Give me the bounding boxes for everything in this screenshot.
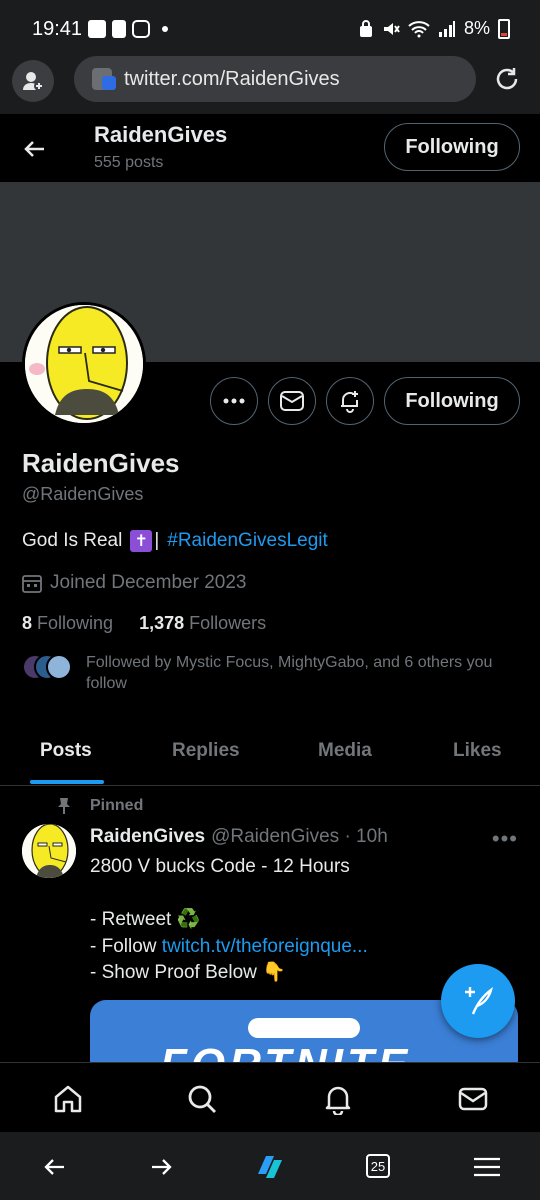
tweet-header: RaidenGives @RaidenGives · 10h — [90, 826, 388, 848]
status-time: 19:41 — [32, 18, 83, 40]
browser-back-icon[interactable] — [40, 1152, 70, 1182]
browser-toolbar: twitter.com/RaidenGives — [0, 56, 540, 114]
bell-add-icon — [341, 391, 358, 413]
followed-by-text: Followed by Mystic Focus, MightyGabo, an… — [86, 654, 493, 692]
mutual-avatars — [22, 654, 82, 682]
tab-replies[interactable]: Replies — [172, 740, 240, 762]
mute-icon — [383, 22, 400, 35]
feather-plus-icon — [465, 987, 493, 1015]
browser-forward-icon[interactable] — [146, 1152, 176, 1182]
lemon-character-illustration — [25, 305, 143, 423]
lock-status-icon — [359, 19, 372, 37]
cross-emoji: ✝ — [130, 530, 153, 552]
envelope-icon — [280, 391, 304, 411]
back-arrow-icon[interactable] — [20, 134, 50, 164]
media-card-strip — [248, 1018, 360, 1038]
mutual-avatar — [46, 654, 72, 680]
followers-label: Followers — [189, 613, 267, 633]
bio-separator: | — [154, 530, 160, 551]
tab-likes[interactable]: Likes — [453, 740, 502, 762]
tweet-twitch-link[interactable]: twitch.tv/theforeignque... — [162, 936, 368, 957]
profile-following-button[interactable]: Following — [384, 377, 520, 425]
tweet-text: 2800 V bucks Code - 12 Hours - Retweet ♻… — [90, 854, 510, 987]
wifi-icon — [408, 20, 430, 37]
bell-icon[interactable] — [322, 1083, 354, 1115]
tweet-line: - Follow twitch.tv/theforeignque... — [90, 934, 510, 961]
ellipsis-icon — [223, 398, 245, 404]
battery-icon — [498, 18, 510, 39]
tweet-line: 2800 V bucks Code - 12 Hours — [90, 856, 350, 877]
followed-by-row[interactable]: Followed by Mystic Focus, MightyGabo, an… — [22, 652, 522, 694]
joined-text: Joined December 2023 — [50, 572, 247, 593]
following-count: 8 — [22, 613, 33, 633]
profile-name: RaidenGives — [22, 448, 180, 478]
tweet-author-avatar[interactable] — [22, 824, 76, 878]
mail-icon[interactable] — [457, 1083, 489, 1115]
address-bar[interactable]: twitter.com/RaidenGives — [74, 56, 476, 102]
menu-icon[interactable] — [472, 1152, 502, 1182]
followers-count: 1,378 — [139, 613, 185, 633]
header-following-button[interactable]: Following — [384, 123, 520, 171]
tab-media[interactable]: Media — [318, 740, 372, 762]
home-icon[interactable] — [52, 1083, 84, 1115]
reload-icon[interactable] — [492, 64, 522, 94]
notifications-subscribe-button[interactable] — [326, 377, 374, 425]
copilot-icon[interactable] — [250, 1146, 290, 1186]
tab-count-button[interactable]: 25 — [366, 1154, 390, 1178]
site-security-icon[interactable] — [92, 68, 116, 90]
profile-stats: 8 Following 1,378 Followers — [22, 613, 266, 634]
bio-hashtag-link[interactable]: #RaidenGivesLegit — [167, 530, 328, 552]
followers-stat[interactable]: 1,378 Followers — [139, 613, 266, 634]
bio-text: God Is Real — [22, 530, 123, 551]
pin-icon — [58, 798, 70, 814]
header-post-count: 555 posts — [94, 154, 164, 171]
pinned-label: Pinned — [90, 797, 144, 814]
notification-icons — [88, 20, 168, 38]
following-stat[interactable]: 8 Following — [22, 613, 113, 634]
more-options-button[interactable] — [210, 377, 258, 425]
url-text: twitter.com/RaidenGives — [124, 67, 340, 90]
tweet-handle-time: @RaidenGives · 10h — [211, 826, 388, 847]
tweet-author-name[interactable]: RaidenGives — [90, 826, 205, 848]
dot-icon — [162, 26, 168, 32]
profile-tabs: Posts Replies Media Likes — [0, 722, 540, 786]
compose-post-button[interactable] — [441, 964, 515, 1038]
app-bottom-nav — [0, 1062, 540, 1132]
signal-icon — [438, 20, 455, 37]
tweet-line: - Retweet ♻️ — [90, 909, 201, 930]
tweet-more-icon[interactable]: ••• — [492, 826, 518, 852]
browser-bottom-bar: 25 — [0, 1132, 540, 1200]
profile-handle: @RaidenGives — [22, 484, 144, 504]
status-bar: 19:41 8% — [0, 0, 540, 56]
profile-avatar[interactable] — [22, 302, 146, 426]
search-icon[interactable] — [186, 1083, 218, 1115]
tweet-follow-text: - Follow — [90, 935, 162, 957]
following-label: Following — [37, 613, 114, 633]
instagram-icon — [132, 20, 150, 38]
profile-bio: God Is Real ✝ | #RaidenGivesLegit — [22, 530, 328, 552]
lemon-character-illustration — [22, 824, 76, 878]
profile-header-bar: RaidenGives 555 posts Following — [0, 114, 540, 182]
tweet-line — [90, 881, 510, 908]
browser-profile-button[interactable] — [12, 60, 54, 102]
system-icons: 8% — [358, 18, 510, 39]
message-button[interactable] — [268, 377, 316, 425]
active-tab-indicator — [30, 780, 104, 784]
header-profile-name: RaidenGives — [94, 122, 228, 147]
battery-percent: 8% — [463, 18, 490, 38]
alert-icon — [112, 20, 126, 38]
calendar-icon — [22, 575, 42, 593]
tab-posts[interactable]: Posts — [40, 740, 92, 762]
gallery-icon — [88, 20, 106, 38]
account-add-icon — [23, 72, 44, 91]
profile-joined: Joined December 2023 — [22, 572, 246, 594]
